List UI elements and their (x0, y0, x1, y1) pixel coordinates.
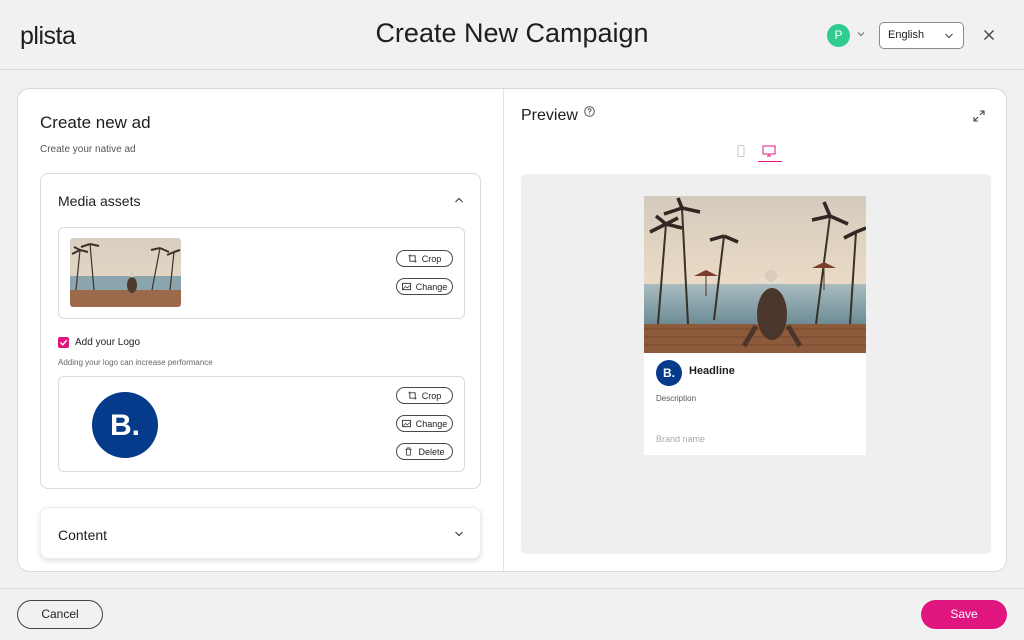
logo-upload: B. Crop Change Delete (58, 376, 465, 472)
change-image-button[interactable]: Change (396, 278, 453, 295)
change-label: Change (415, 281, 448, 292)
media-assets-heading[interactable]: Media assets (58, 193, 140, 209)
device-tab-indicator (758, 161, 782, 162)
user-avatar[interactable]: P (827, 24, 850, 47)
crop-icon (408, 254, 417, 263)
crop-label: Crop (421, 253, 442, 264)
ad-preview-headline: Headline (689, 365, 735, 377)
trash-icon (405, 447, 413, 456)
desktop-icon[interactable] (762, 145, 776, 157)
crop-logo-button[interactable]: Crop (396, 387, 453, 404)
language-select-value: English (888, 29, 925, 41)
content-section[interactable]: Content (40, 507, 481, 559)
language-select[interactable]: English (879, 22, 964, 49)
add-logo-checkbox[interactable] (58, 337, 69, 348)
ad-preview-image (644, 196, 866, 353)
chevron-down-icon (945, 33, 953, 39)
save-button[interactable]: Save (921, 600, 1007, 629)
ad-preview-card: B. Headline Description Brand name (644, 196, 866, 455)
top-bar: plista Create New Campaign P English (0, 0, 1024, 70)
footer-divider (0, 588, 1024, 589)
image-icon (401, 419, 411, 428)
crop-label: Crop (421, 390, 442, 401)
expand-icon[interactable] (973, 110, 985, 122)
media-assets-section: Media assets Crop Change Add your Logo A… (40, 173, 481, 489)
change-logo-button[interactable]: Change (396, 415, 453, 432)
help-icon[interactable] (584, 106, 595, 117)
ad-preview-logo: B. (656, 360, 682, 386)
preview-title: Preview (521, 107, 578, 124)
campaign-editor-card: Create new ad Create your native ad Medi… (17, 88, 1007, 572)
add-logo-hint: Adding your logo can increase performanc… (58, 358, 213, 367)
close-icon[interactable] (981, 27, 997, 43)
ad-image-thumbnail (70, 238, 181, 307)
chevron-down-icon[interactable] (855, 28, 867, 40)
chevron-up-icon[interactable] (453, 194, 465, 206)
image-icon (401, 282, 411, 291)
ad-image-upload: Crop Change (58, 227, 465, 319)
crop-image-button[interactable]: Crop (396, 250, 453, 267)
brand-logo: B. (92, 392, 158, 458)
check-icon (60, 339, 68, 346)
content-heading: Content (58, 527, 108, 543)
panel-divider (503, 89, 504, 571)
delete-logo-button[interactable]: Delete (396, 443, 453, 460)
ad-preview-brand-name: Brand name (656, 434, 706, 444)
preview-canvas: B. Headline Description Brand name (521, 174, 991, 554)
delete-label: Delete (418, 446, 445, 457)
crop-icon (408, 391, 417, 400)
editor-title: Create new ad (40, 113, 151, 132)
ad-preview-description: Description (656, 394, 697, 403)
editor-subtitle: Create your native ad (40, 144, 136, 155)
change-label: Change (415, 418, 448, 429)
page-title: Create New Campaign (375, 18, 649, 48)
mobile-icon[interactable] (736, 145, 746, 157)
add-logo-label[interactable]: Add your Logo (75, 337, 140, 348)
chevron-down-icon[interactable] (453, 528, 465, 540)
cancel-button[interactable]: Cancel (17, 600, 103, 629)
